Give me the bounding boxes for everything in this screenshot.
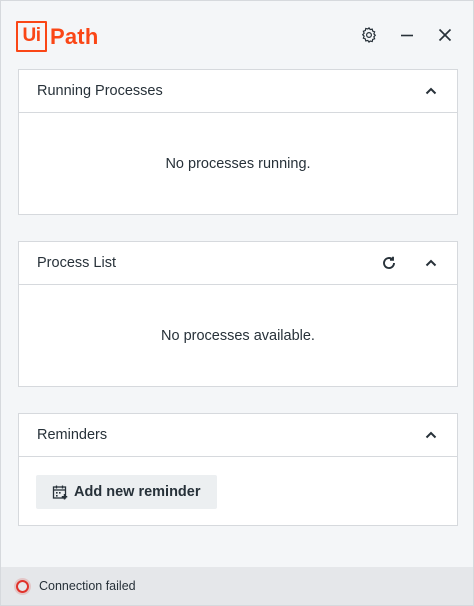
running-processes-title: Running Processes	[37, 83, 163, 99]
minimize-icon[interactable]	[397, 25, 417, 45]
chevron-up-icon[interactable]	[421, 425, 441, 445]
logo-text: Path	[50, 24, 99, 49]
add-reminder-button[interactable]: Add new reminder	[36, 475, 217, 509]
reminders-actions	[421, 425, 441, 445]
uipath-assistant-window: Ui Path Running Processes No processes r…	[0, 0, 474, 606]
no-processes-available-text: No processes available.	[161, 327, 315, 344]
process-list-body: No processes available.	[19, 285, 457, 386]
running-processes-panel: Running Processes No processes running.	[18, 69, 458, 215]
uipath-logo: Ui Path	[16, 21, 98, 52]
reminders-title: Reminders	[37, 427, 108, 443]
window-controls	[359, 25, 455, 45]
no-processes-running-text: No processes running.	[165, 155, 311, 172]
process-list-title: Process List	[37, 255, 116, 271]
reminders-body: Add new reminder	[19, 457, 457, 509]
status-bar: Connection failed	[1, 567, 473, 605]
close-icon[interactable]	[435, 25, 455, 45]
gear-icon[interactable]	[359, 25, 379, 45]
reminders-panel: Reminders Add new reminder	[18, 413, 458, 526]
running-processes-header[interactable]: Running Processes	[19, 70, 457, 113]
refresh-icon[interactable]	[379, 253, 399, 273]
connection-status-text: Connection failed	[39, 579, 136, 593]
process-list-panel: Process List No processes available.	[18, 241, 458, 387]
process-list-actions	[379, 253, 441, 273]
connection-status-icon	[16, 579, 29, 593]
chevron-up-icon[interactable]	[421, 81, 441, 101]
calendar-add-icon	[52, 485, 68, 500]
process-list-header[interactable]: Process List	[19, 242, 457, 285]
running-processes-actions	[421, 81, 441, 101]
add-reminder-label: Add new reminder	[74, 484, 201, 500]
title-bar: Ui Path	[1, 1, 473, 69]
logo-box: Ui	[16, 21, 47, 52]
chevron-up-icon[interactable]	[421, 253, 441, 273]
running-processes-body: No processes running.	[19, 113, 457, 214]
reminders-header[interactable]: Reminders	[19, 414, 457, 457]
